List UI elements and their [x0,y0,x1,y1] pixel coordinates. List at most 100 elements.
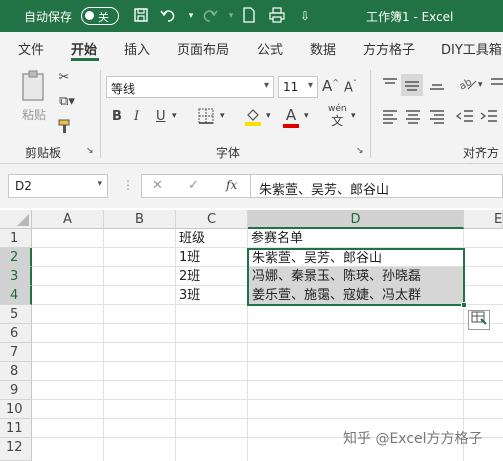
row-header-7[interactable]: 7 [0,343,32,362]
name-box[interactable]: D2 ▾ [8,174,108,198]
fill-color-icon[interactable] [244,107,262,131]
document-icon[interactable] [240,7,258,25]
column-header-a[interactable]: A [32,210,104,229]
borders-icon[interactable] [198,108,214,128]
copy-icon[interactable]: ⧉▾ [55,94,79,109]
paste-icon [22,70,44,101]
quick-analysis-icon[interactable] [468,310,490,330]
font-launcher-icon[interactable]: ↘ [356,146,364,156]
align-bottom-icon[interactable] [428,76,446,96]
underline-button[interactable]: U [156,109,166,124]
ribbon: 粘贴 ✂ ⧉▾ 剪贴板 ↘ 等线 ▾ 11 ▾ A^ Aˇ B I U ▾ ▾ … [0,62,503,177]
cell-c1[interactable]: 班级 [176,229,247,248]
row-header-6[interactable]: 6 [0,324,32,343]
ribbon-tabs: 文件 开始 插入 页面布局 公式 数据 方方格子 DIY工具箱 [0,32,503,62]
align-center-icon[interactable] [404,108,422,128]
window-title: 工作簿1 - Excel [366,10,454,24]
font-name-value: 等线 [111,82,136,96]
row-header-11[interactable]: 11 [0,419,32,438]
column-header-c[interactable]: C [176,210,248,229]
paste-button[interactable]: 粘贴 [18,70,50,126]
toggle-state-label: 关 [98,11,109,24]
redo-icon[interactable] [200,7,218,25]
column-header-d[interactable]: D [248,210,464,229]
row-header-1[interactable]: 1 [0,229,32,248]
grow-font-label: A [322,77,333,95]
row-header-5[interactable]: 5 [0,305,32,324]
chevron-down-icon: ▾ [307,80,313,91]
row-header-12[interactable]: 12 [0,438,32,461]
undo-icon[interactable] [160,7,178,25]
row-header-8[interactable]: 8 [0,362,32,381]
chevron-down-icon: ▾ [263,80,269,91]
tab-page-layout[interactable]: 页面布局 [177,39,229,58]
tab-formulas[interactable]: 公式 [257,39,283,58]
formula-bar: D2 ▾ ⋮ ✕ ✓ fx 朱紫萱、吴芳、郎谷山 [0,164,503,208]
align-right-icon[interactable] [428,108,446,128]
bold-button[interactable]: B [112,109,122,124]
phonetic-dropdown-icon[interactable]: ▾ [351,111,356,121]
cell-c2[interactable]: 1班 [176,248,247,267]
separator [100,70,101,158]
save-icon[interactable] [132,7,150,25]
font-name-combo[interactable]: 等线 ▾ [106,76,274,98]
toggle-knob [85,11,94,20]
enter-icon[interactable]: ✓ [188,178,199,193]
row-header-2[interactable]: 2 [0,248,32,267]
align-left-icon[interactable] [381,108,399,128]
orientation-dropdown-icon[interactable]: ▾ [478,80,483,90]
shrink-font-button[interactable]: Aˇ [344,79,357,95]
select-all-corner[interactable] [0,210,32,229]
print-icon[interactable] [268,7,286,25]
undo-dropdown-icon[interactable]: ▾ [182,7,200,25]
paste-label: 粘贴 [21,108,46,122]
worksheet-grid[interactable]: A B C D E 1 2 3 4 5 6 7 8 9 10 11 12 班级 … [0,210,503,461]
underline-dropdown-icon[interactable]: ▾ [172,111,177,121]
phonetic-guide-button[interactable]: wén 文 [328,104,347,127]
italic-button[interactable]: I [134,109,139,124]
align-top-icon[interactable] [381,76,399,96]
row-header-4[interactable]: 4 [0,286,32,305]
clipboard-launcher-icon[interactable]: ↘ [86,146,94,156]
row-header-10[interactable]: 10 [0,400,32,419]
column-header-e[interactable]: E [464,210,503,229]
decrease-indent-icon[interactable] [455,108,474,128]
tab-diy-toolbox[interactable]: DIY工具箱 [441,39,502,58]
formula-input[interactable]: 朱紫萱、吴芳、郎谷山 [251,174,503,198]
row-header-3[interactable]: 3 [0,267,32,286]
orientation-icon[interactable]: ab [458,76,480,96]
autosave-label: 自动保存 [24,10,73,24]
borders-dropdown-icon[interactable]: ▾ [220,111,225,121]
grow-font-button[interactable]: A^ [322,77,339,95]
increase-indent-icon[interactable] [480,108,498,128]
row-header-9[interactable]: 9 [0,381,32,400]
format-painter-icon[interactable] [56,118,74,138]
fill-color-dropdown-icon[interactable]: ▾ [266,111,271,121]
font-size-value: 11 [283,80,299,94]
tab-insert[interactable]: 插入 [124,39,150,58]
cell-c3[interactable]: 2班 [176,267,247,286]
font-color-icon[interactable]: A [283,106,299,128]
column-header-b[interactable]: B [104,210,176,229]
tab-file[interactable]: 文件 [18,39,44,58]
font-size-combo[interactable]: 11 ▾ [278,76,318,98]
wrap-text-icon[interactable] [490,76,503,96]
fill-handle[interactable] [461,302,467,308]
cut-icon[interactable]: ✂ [56,70,72,85]
phonetic-top-label: wén [328,104,347,114]
formula-buttons: ✕ ✓ fx [141,174,251,198]
tab-data[interactable]: 数据 [310,39,336,58]
insert-function-icon[interactable]: fx [226,178,237,192]
redo-dropdown-icon[interactable]: ▾ [222,7,240,25]
font-color-dropdown-icon[interactable]: ▾ [304,111,309,121]
cell-d1[interactable]: 参赛名单 [248,229,463,248]
cell-c4[interactable]: 3班 [176,286,247,305]
watermark: 知乎 @Excel方方格子 [343,431,483,447]
separator [370,70,371,158]
cancel-icon[interactable]: ✕ [152,178,163,193]
autosave-toggle[interactable]: 关 [81,7,119,25]
tab-fangfang[interactable]: 方方格子 [363,39,415,58]
align-middle-icon[interactable] [401,74,423,96]
customize-toolbar-icon[interactable]: ⇩ [296,7,314,25]
tab-home[interactable]: 开始 [71,39,97,58]
